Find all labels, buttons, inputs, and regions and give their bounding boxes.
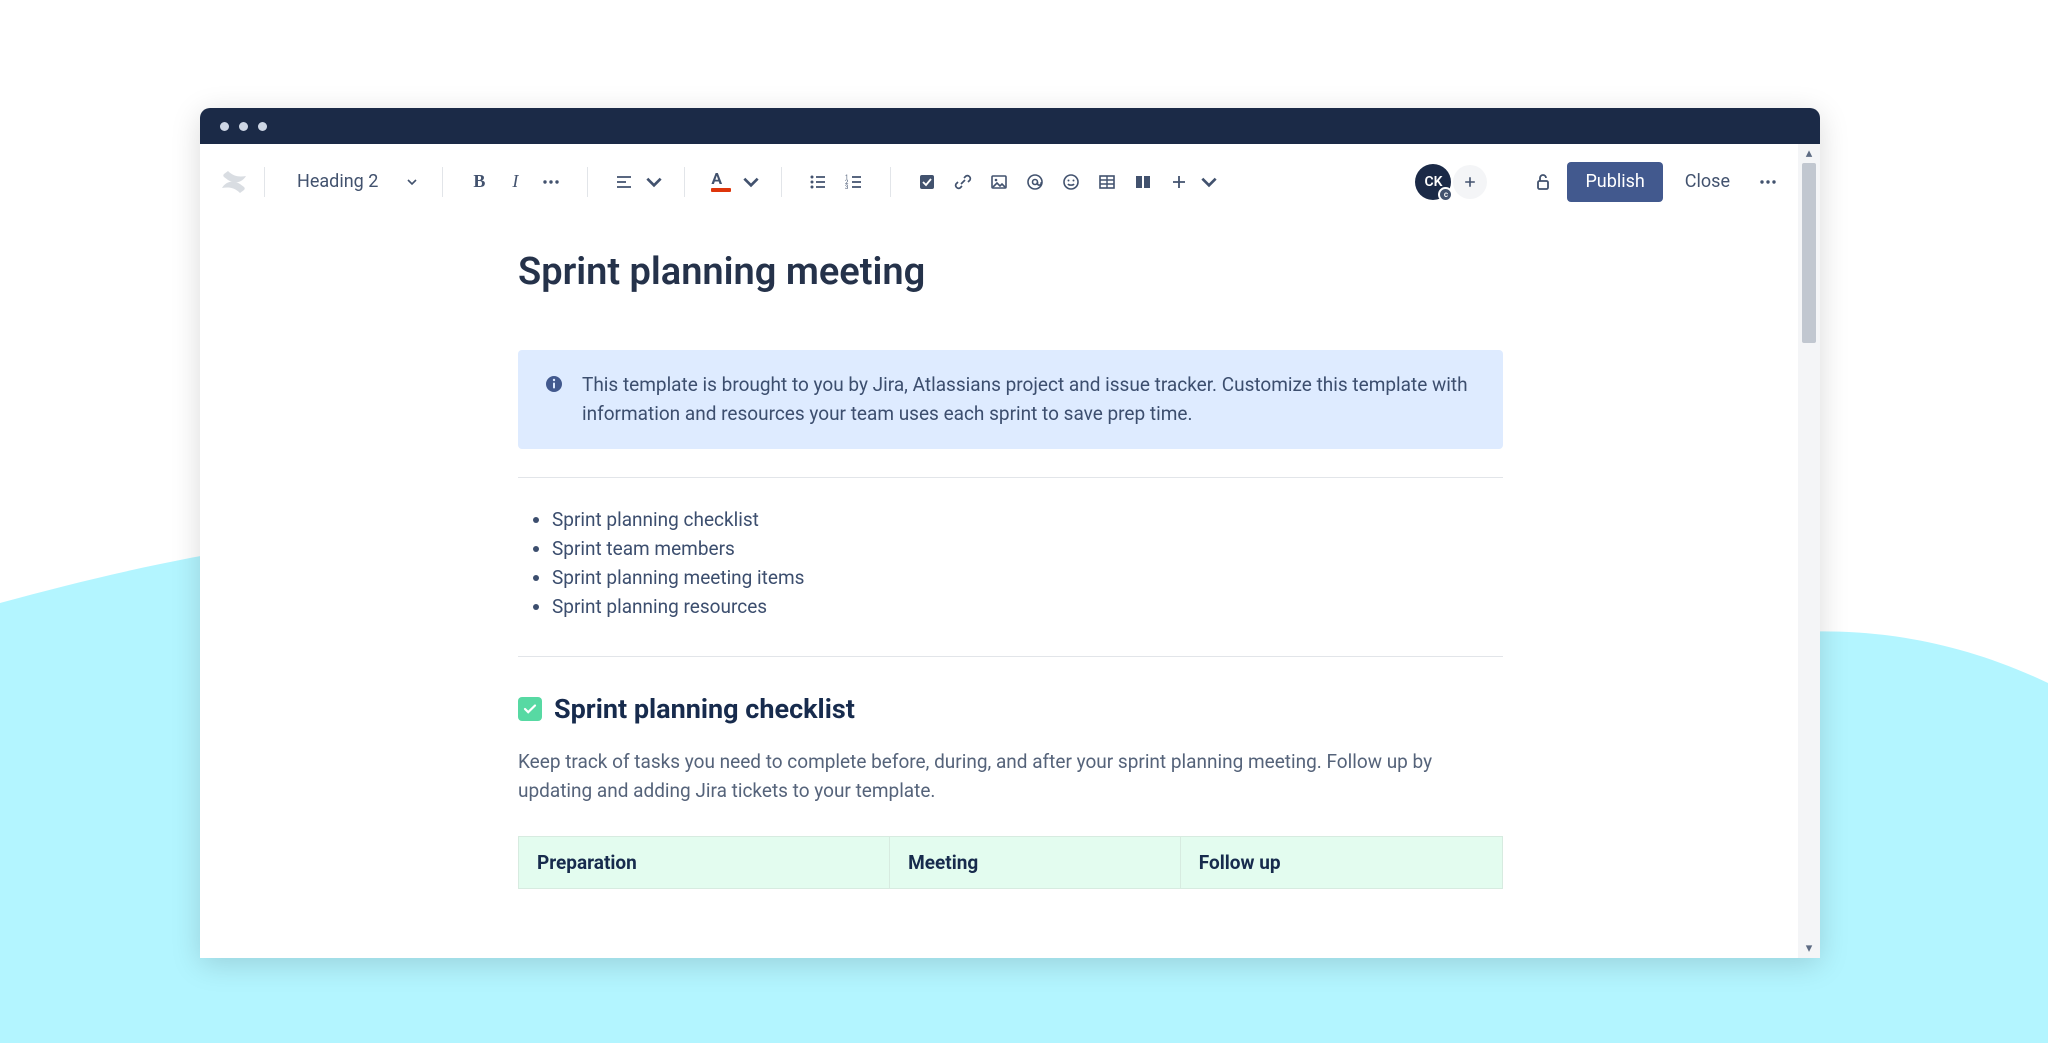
chevron-down-icon bbox=[741, 172, 761, 192]
plus-icon bbox=[1169, 172, 1189, 192]
more-actions-button[interactable] bbox=[1752, 166, 1784, 198]
italic-button[interactable]: I bbox=[499, 166, 531, 198]
table-of-contents: Sprint planning checklist Sprint team me… bbox=[518, 508, 1503, 618]
heading-dropdown-label: Heading 2 bbox=[297, 171, 378, 192]
alignment-button[interactable] bbox=[608, 166, 640, 198]
publish-button[interactable]: Publish bbox=[1567, 162, 1662, 202]
insert-dropdown[interactable] bbox=[1199, 166, 1219, 198]
toolbar-separator bbox=[781, 167, 782, 197]
presence-badge: c bbox=[1438, 187, 1453, 202]
confluence-logo-icon bbox=[218, 166, 250, 198]
alignment-dropdown[interactable] bbox=[644, 166, 664, 198]
divider bbox=[518, 477, 1503, 478]
toc-item[interactable]: Sprint team members bbox=[552, 537, 1503, 560]
table-icon bbox=[1097, 172, 1117, 192]
check-emoji-icon bbox=[518, 697, 542, 721]
editor-toolbar: Heading 2 B I bbox=[200, 144, 1798, 220]
info-panel[interactable]: This template is brought to you by Jira,… bbox=[518, 350, 1503, 449]
insert-button[interactable] bbox=[1163, 166, 1195, 198]
toolbar-separator bbox=[442, 167, 443, 197]
toolbar-separator bbox=[587, 167, 588, 197]
table-header[interactable]: Preparation bbox=[519, 836, 890, 888]
bullet-list-button[interactable] bbox=[802, 166, 834, 198]
window-button-zoom[interactable] bbox=[258, 122, 267, 131]
numbered-list-button[interactable]: 123 bbox=[838, 166, 870, 198]
plus-icon bbox=[1462, 174, 1478, 190]
avatar-initials: CK bbox=[1424, 174, 1442, 190]
at-icon bbox=[1025, 172, 1045, 192]
close-button[interactable]: Close bbox=[1671, 162, 1744, 202]
info-panel-text: This template is brought to you by Jira,… bbox=[582, 370, 1477, 429]
bullet-list-icon bbox=[808, 172, 828, 192]
window-button-close[interactable] bbox=[220, 122, 229, 131]
bold-button[interactable]: B bbox=[463, 166, 495, 198]
table-header[interactable]: Meeting bbox=[890, 836, 1181, 888]
scroll-up-icon[interactable]: ▴ bbox=[1806, 144, 1813, 163]
editor-content[interactable]: Sprint planning meeting This template is… bbox=[518, 220, 1503, 889]
scroll-down-icon[interactable]: ▾ bbox=[1806, 939, 1813, 958]
dots-icon bbox=[1758, 172, 1778, 192]
unlock-icon bbox=[1533, 172, 1553, 192]
link-button[interactable] bbox=[947, 166, 979, 198]
chevron-down-icon bbox=[406, 176, 418, 188]
publish-label: Publish bbox=[1585, 171, 1644, 192]
emoji-icon bbox=[1061, 172, 1081, 192]
toolbar-separator bbox=[684, 167, 685, 197]
window-button-minimize[interactable] bbox=[239, 122, 248, 131]
window-titlebar bbox=[200, 108, 1820, 144]
chevron-down-icon bbox=[644, 172, 664, 192]
toc-item[interactable]: Sprint planning resources bbox=[552, 595, 1503, 618]
heading-dropdown[interactable]: Heading 2 bbox=[279, 164, 428, 200]
scrollbar-track[interactable] bbox=[1798, 163, 1820, 939]
toc-item[interactable]: Sprint planning meeting items bbox=[552, 566, 1503, 589]
section-description[interactable]: Keep track of tasks you need to complete… bbox=[518, 747, 1503, 806]
more-formatting-button[interactable] bbox=[535, 166, 567, 198]
section-heading[interactable]: Sprint planning checklist bbox=[518, 693, 1503, 725]
browser-window: Heading 2 B I bbox=[200, 108, 1820, 958]
image-icon bbox=[989, 172, 1009, 192]
divider bbox=[518, 656, 1503, 657]
text-color-icon: A bbox=[711, 172, 731, 192]
text-color-dropdown[interactable] bbox=[741, 166, 761, 198]
image-button[interactable] bbox=[983, 166, 1015, 198]
align-left-icon bbox=[614, 172, 634, 192]
emoji-button[interactable] bbox=[1055, 166, 1087, 198]
numbered-list-icon: 123 bbox=[844, 172, 864, 192]
toolbar-separator bbox=[890, 167, 891, 197]
toc-item[interactable]: Sprint planning checklist bbox=[552, 508, 1503, 531]
layouts-button[interactable] bbox=[1127, 166, 1159, 198]
page-title[interactable]: Sprint planning meeting bbox=[518, 250, 1503, 294]
section-heading-text: Sprint planning checklist bbox=[554, 693, 855, 725]
table-header[interactable]: Follow up bbox=[1180, 836, 1502, 888]
chevron-down-icon bbox=[1199, 172, 1219, 192]
text-color-button[interactable]: A bbox=[705, 166, 737, 198]
toolbar-separator bbox=[264, 167, 265, 197]
action-item-button[interactable] bbox=[911, 166, 943, 198]
svg-text:3: 3 bbox=[845, 184, 848, 191]
info-icon bbox=[544, 370, 564, 429]
user-avatar[interactable]: CK c bbox=[1415, 164, 1451, 200]
table-button[interactable] bbox=[1091, 166, 1123, 198]
mention-button[interactable] bbox=[1019, 166, 1051, 198]
dots-icon bbox=[541, 172, 561, 192]
checklist-table[interactable]: Preparation Meeting Follow up bbox=[518, 836, 1503, 889]
invite-button[interactable] bbox=[1453, 165, 1487, 199]
checkbox-icon bbox=[917, 172, 937, 192]
vertical-scrollbar[interactable]: ▴ ▾ bbox=[1798, 144, 1820, 958]
layout-icon bbox=[1133, 172, 1153, 192]
link-icon bbox=[953, 172, 973, 192]
scrollbar-thumb[interactable] bbox=[1802, 163, 1816, 343]
restrictions-button[interactable] bbox=[1527, 166, 1559, 198]
close-label: Close bbox=[1685, 171, 1730, 192]
